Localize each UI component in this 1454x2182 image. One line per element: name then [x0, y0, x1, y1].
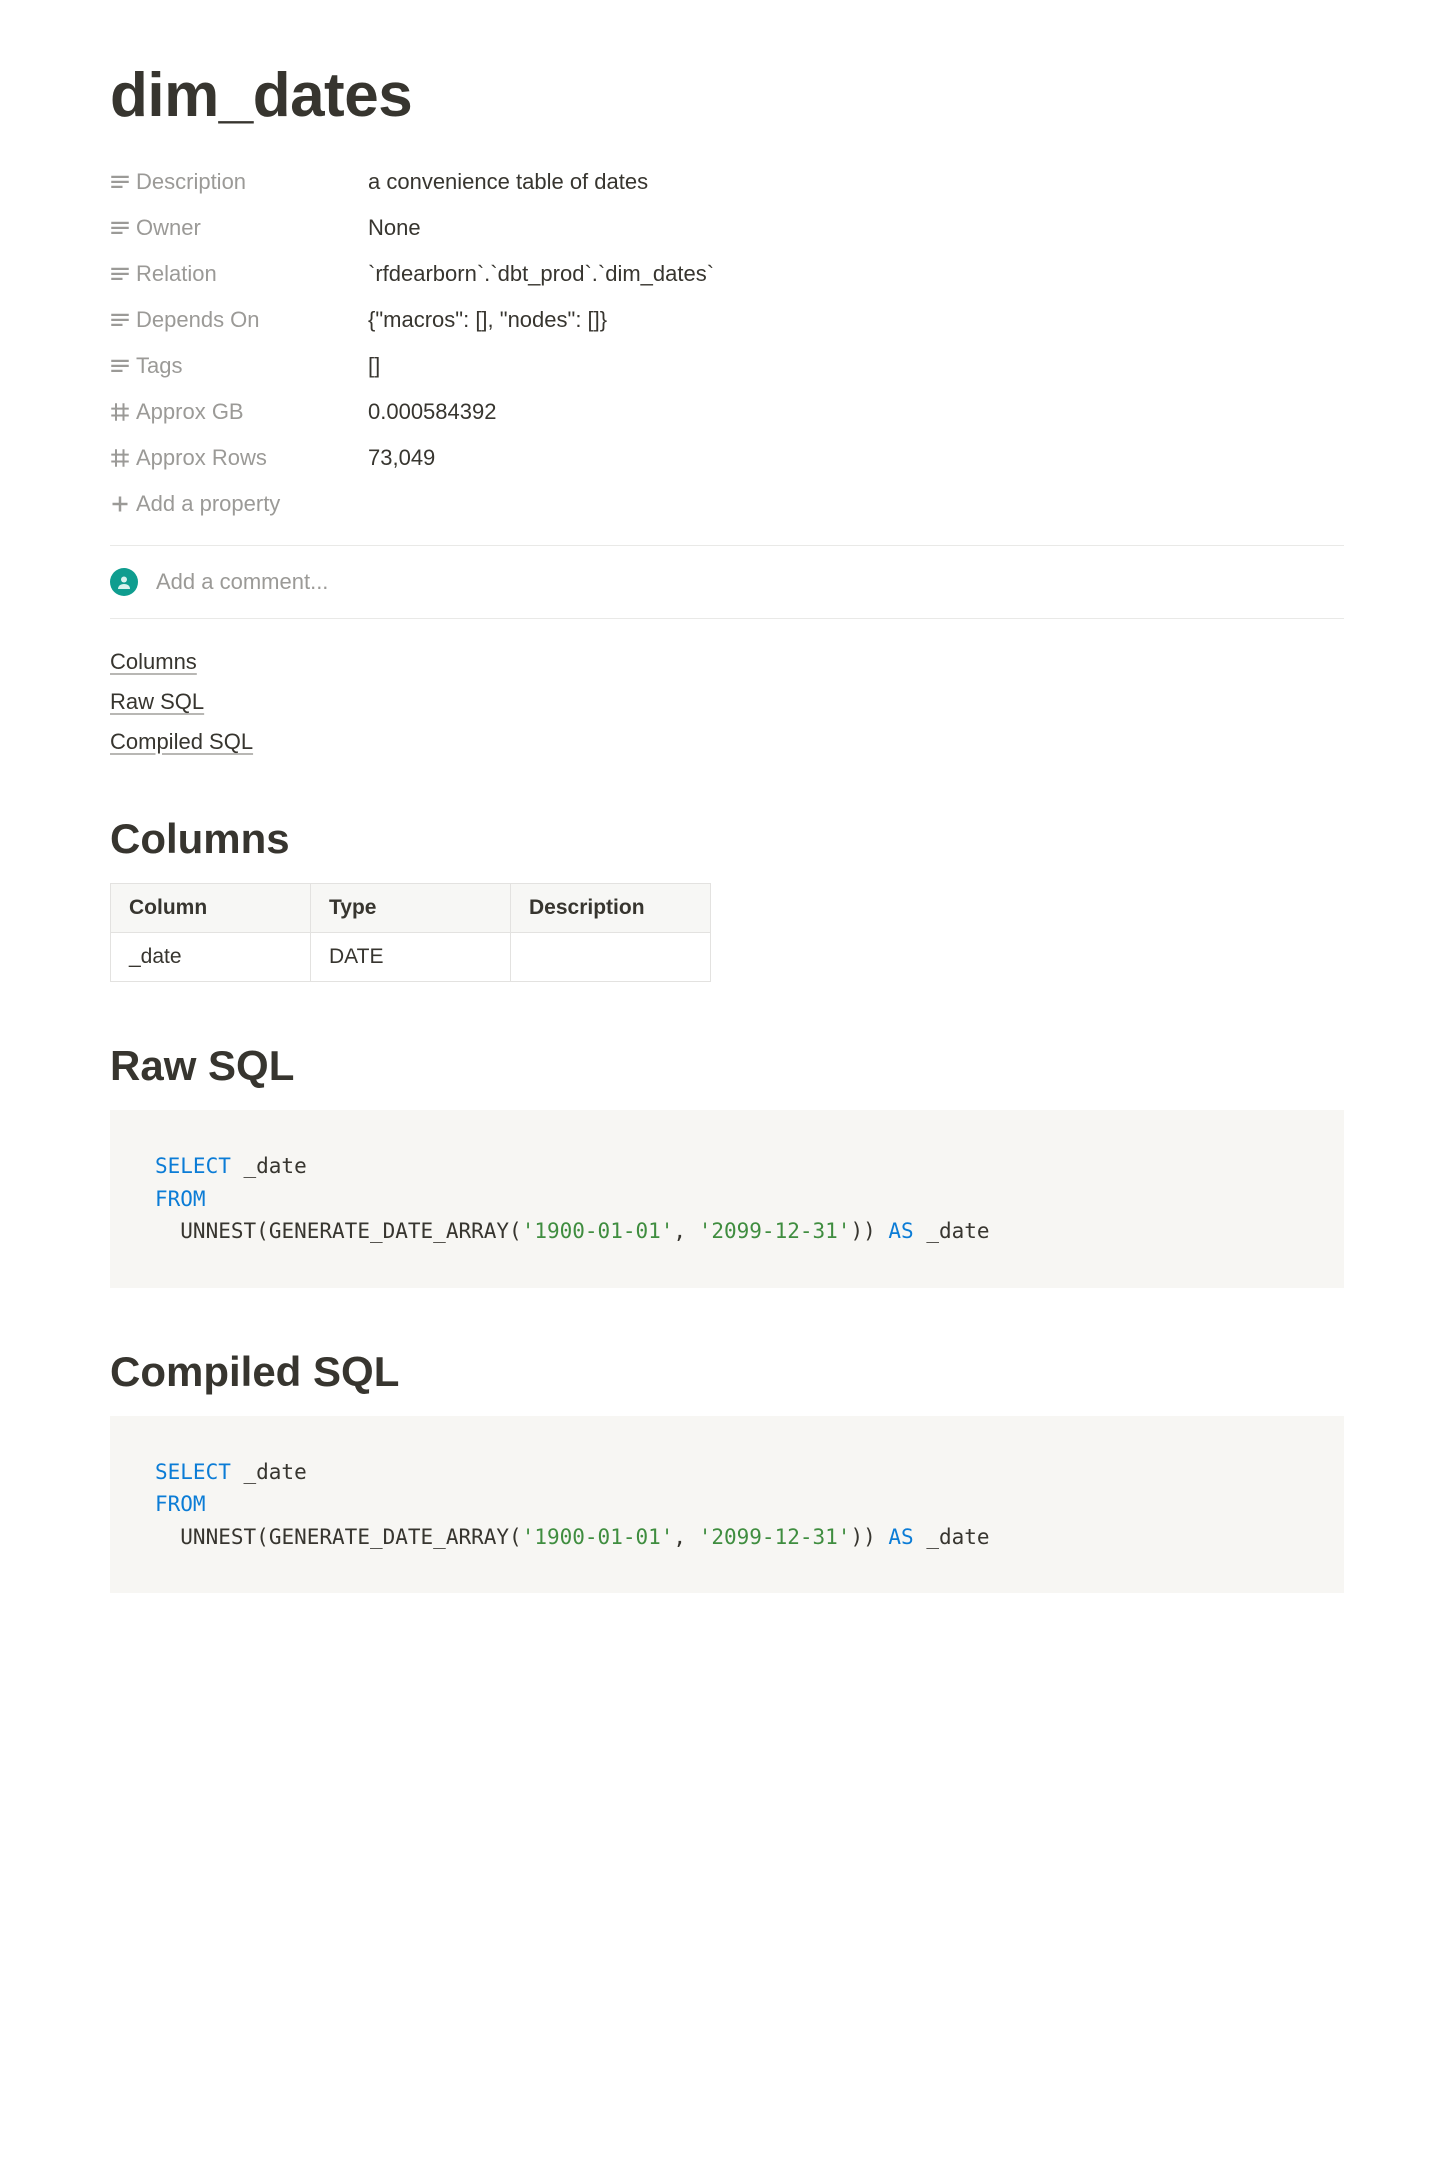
raw-sql-code[interactable]: SELECT _date FROM UNNEST(GENERATE_DATE_A… — [110, 1110, 1344, 1288]
property-tags[interactable]: Tags [] — [110, 343, 1344, 389]
compiled-sql-heading: Compiled SQL — [110, 1348, 1344, 1396]
property-label: Approx GB — [136, 399, 368, 425]
string-literal: '1900-01-01' — [522, 1525, 674, 1549]
plus-icon — [110, 494, 136, 514]
paren: )) — [850, 1219, 875, 1243]
code-text: _date — [914, 1525, 990, 1549]
toc-link-raw-sql[interactable]: Raw SQL — [110, 689, 1344, 715]
property-label: Approx Rows — [136, 445, 368, 471]
page-title: dim_dates — [110, 60, 1344, 131]
add-property-button[interactable]: Add a property — [110, 481, 1344, 527]
kw-as: AS — [888, 1525, 913, 1549]
kw-select: SELECT — [155, 1460, 231, 1484]
property-label: Tags — [136, 353, 368, 379]
kw-from: FROM — [155, 1187, 206, 1211]
property-value: 0.000584392 — [368, 399, 496, 425]
cell-column: _date — [111, 933, 311, 982]
text-icon — [110, 310, 136, 330]
code-text: GENERATE_DATE_ARRAY — [269, 1219, 509, 1243]
property-value: None — [368, 215, 421, 241]
string-literal: '2099-12-31' — [699, 1219, 851, 1243]
columns-table: Column Type Description _date DATE — [110, 883, 711, 982]
toc-link-compiled-sql[interactable]: Compiled SQL — [110, 729, 1344, 755]
paren: )) — [850, 1525, 875, 1549]
kw-as: AS — [888, 1219, 913, 1243]
paren: ( — [509, 1525, 522, 1549]
property-relation[interactable]: Relation `rfdearborn`.`dbt_prod`.`dim_da… — [110, 251, 1344, 297]
kw-select: SELECT — [155, 1154, 231, 1178]
property-description[interactable]: Description a convenience table of dates — [110, 159, 1344, 205]
comment-placeholder: Add a comment... — [156, 569, 328, 595]
text-icon — [110, 172, 136, 192]
code-text: UNNEST — [155, 1525, 256, 1549]
col-header-description: Description — [511, 884, 711, 933]
property-approx-rows[interactable]: Approx Rows 73,049 — [110, 435, 1344, 481]
table-row: _date DATE — [111, 933, 711, 982]
kw-from: FROM — [155, 1492, 206, 1516]
space — [876, 1219, 889, 1243]
paren: ( — [509, 1219, 522, 1243]
toc-link-columns[interactable]: Columns — [110, 649, 1344, 675]
text-icon — [110, 356, 136, 376]
col-header-column: Column — [111, 884, 311, 933]
space — [876, 1525, 889, 1549]
string-literal: '1900-01-01' — [522, 1219, 674, 1243]
col-header-type: Type — [311, 884, 511, 933]
paren: ( — [256, 1219, 269, 1243]
text-icon — [110, 264, 136, 284]
avatar — [110, 568, 138, 596]
comma: , — [673, 1525, 686, 1549]
property-depends-on[interactable]: Depends On {"macros": [], "nodes": []} — [110, 297, 1344, 343]
property-value: `rfdearborn`.`dbt_prod`.`dim_dates` — [368, 261, 714, 287]
property-value: 73,049 — [368, 445, 435, 471]
property-value: [] — [368, 353, 380, 379]
cell-description — [511, 933, 711, 982]
comma: , — [673, 1219, 686, 1243]
comment-input[interactable]: Add a comment... — [110, 546, 1344, 619]
cell-type: DATE — [311, 933, 511, 982]
property-label: Relation — [136, 261, 368, 287]
property-value: {"macros": [], "nodes": []} — [368, 307, 607, 333]
columns-heading: Columns — [110, 815, 1344, 863]
add-property-label: Add a property — [136, 491, 368, 517]
code-text: _date — [914, 1219, 990, 1243]
raw-sql-heading: Raw SQL — [110, 1042, 1344, 1090]
properties-list: Description a convenience table of dates… — [110, 159, 1344, 527]
table-of-contents: Columns Raw SQL Compiled SQL — [110, 649, 1344, 755]
code-text: UNNEST — [155, 1219, 256, 1243]
property-label: Depends On — [136, 307, 368, 333]
property-approx-gb[interactable]: Approx GB 0.000584392 — [110, 389, 1344, 435]
space — [686, 1219, 699, 1243]
code-text: _date — [231, 1154, 307, 1178]
number-icon — [110, 448, 136, 468]
string-literal: '2099-12-31' — [699, 1525, 851, 1549]
number-icon — [110, 402, 136, 422]
property-owner[interactable]: Owner None — [110, 205, 1344, 251]
text-icon — [110, 218, 136, 238]
property-label: Owner — [136, 215, 368, 241]
code-text: _date — [231, 1460, 307, 1484]
property-value: a convenience table of dates — [368, 169, 648, 195]
compiled-sql-code[interactable]: SELECT _date FROM UNNEST(GENERATE_DATE_A… — [110, 1416, 1344, 1594]
paren: ( — [256, 1525, 269, 1549]
space — [686, 1525, 699, 1549]
code-text: GENERATE_DATE_ARRAY — [269, 1525, 509, 1549]
property-label: Description — [136, 169, 368, 195]
